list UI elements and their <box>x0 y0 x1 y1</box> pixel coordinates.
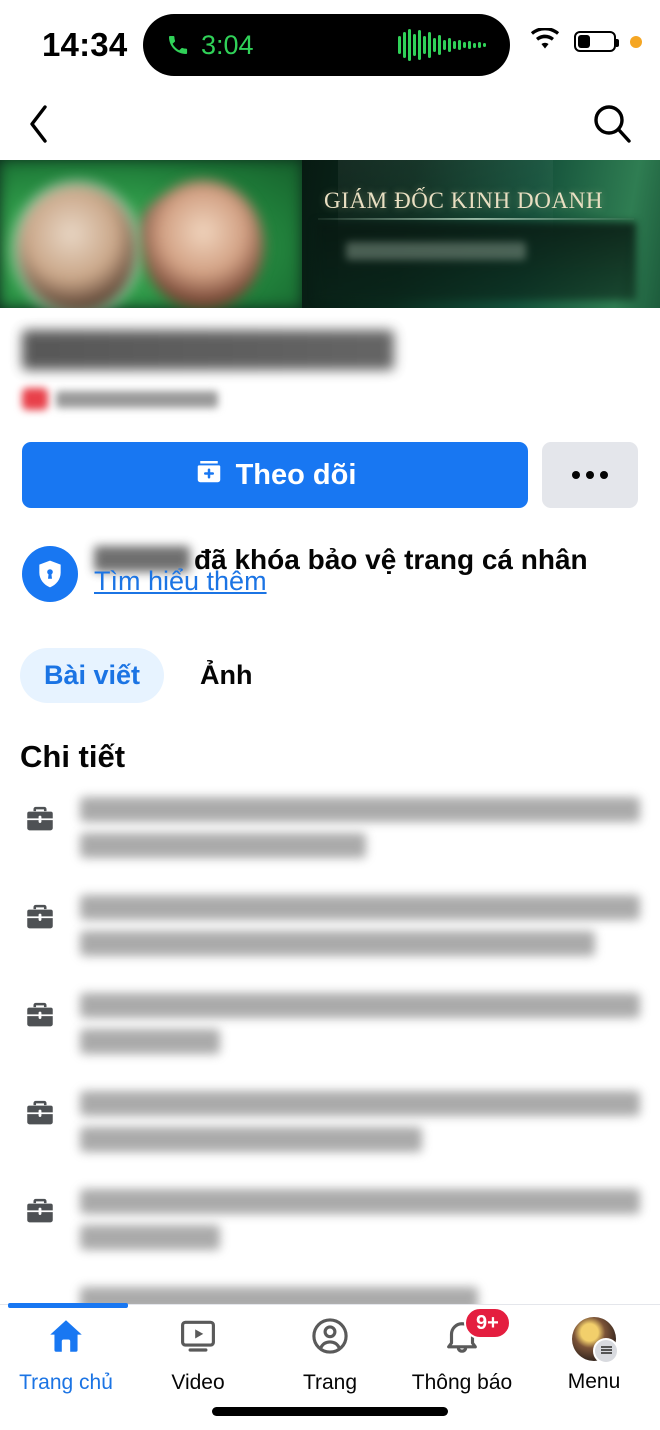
redacted-text-line <box>80 1127 422 1152</box>
details-row[interactable] <box>20 1189 640 1261</box>
details-row[interactable] <box>20 993 640 1065</box>
redacted-text-line <box>80 797 640 822</box>
briefcase-icon <box>20 897 60 937</box>
phone-screen: 14:34 3:04 GIÁM ĐỐC KINH DOANH Theo dõi … <box>0 0 660 1430</box>
more-options-icon <box>572 471 580 479</box>
nav-label-pages: Trang <box>302 1371 358 1394</box>
details-row-text-redacted <box>80 895 640 967</box>
redacted-text-line <box>80 931 596 956</box>
cover-blurred-content <box>316 222 636 300</box>
details-row-text-redacted <box>80 993 640 1065</box>
details-heading: Chi tiết <box>20 739 126 774</box>
dynamic-island-call-pill[interactable]: 3:04 <box>143 14 510 76</box>
locked-notice-text: đã khóa bảo vệ trang cá nhân Tìm hiểu th… <box>94 542 638 596</box>
back-chevron-icon[interactable] <box>26 102 52 151</box>
cover-divider-line <box>318 218 634 220</box>
details-section: Chi tiết <box>0 739 660 1329</box>
status-bar: 14:34 3:04 <box>0 0 660 92</box>
avatar-face-left <box>18 186 136 308</box>
bottom-nav-items: Trang chủ Video Trang 9+ Thông báo Menu <box>0 1305 660 1405</box>
avatar-face-right <box>142 180 264 308</box>
details-row[interactable] <box>20 797 640 869</box>
details-row[interactable] <box>20 1091 640 1163</box>
bottom-navigation-bar: Trang chủ Video Trang 9+ Thông báo Menu <box>0 1303 660 1430</box>
more-options-button[interactable] <box>542 442 638 508</box>
video-icon <box>177 1315 219 1362</box>
call-duration: 3:04 <box>201 29 254 60</box>
follow-button[interactable]: Theo dõi <box>22 442 528 508</box>
page-load-progress-bar <box>8 1303 128 1308</box>
nav-label-notifications: Thông báo <box>411 1371 513 1394</box>
cover-photo[interactable]: GIÁM ĐỐC KINH DOANH <box>0 160 660 308</box>
status-bar-indicators <box>530 27 642 55</box>
redacted-text-line <box>80 993 640 1018</box>
briefcase-icon <box>20 1093 60 1133</box>
profile-badge-redacted <box>22 388 48 410</box>
top-navigation-bar <box>0 92 660 160</box>
audio-waveform-icon <box>398 28 486 62</box>
battery-icon <box>574 31 619 52</box>
details-list <box>20 797 640 1329</box>
redacted-text-line <box>80 1189 640 1214</box>
redacted-text-line <box>80 1225 220 1250</box>
nav-label-menu: Menu <box>567 1369 621 1393</box>
learn-more-link[interactable]: Tìm hiểu thêm <box>94 566 267 597</box>
redacted-text-line <box>80 1029 220 1054</box>
briefcase-icon <box>20 995 60 1035</box>
nav-item-home[interactable]: Trang chủ <box>0 1315 132 1395</box>
profile-tabs: Bài viết Ảnh <box>0 648 660 703</box>
nav-label-video: Video <box>171 1371 225 1394</box>
nav-item-menu[interactable]: Menu <box>528 1316 660 1394</box>
details-row-text-redacted <box>80 797 640 869</box>
nav-item-notifications[interactable]: 9+ Thông báo <box>396 1307 528 1395</box>
redacted-text-line <box>80 833 366 858</box>
details-row-text-redacted <box>80 1189 640 1261</box>
home-icon <box>45 1315 87 1362</box>
cover-photo-right: GIÁM ĐỐC KINH DOANH <box>302 160 660 308</box>
profile-photo-blurred[interactable] <box>0 160 302 308</box>
nav-item-video[interactable]: Video <box>132 1315 264 1395</box>
details-row-text-redacted <box>80 1091 640 1163</box>
follow-plus-icon <box>194 456 224 494</box>
tab-photos[interactable]: Ảnh <box>176 648 276 703</box>
shield-lock-icon <box>22 546 78 602</box>
avatar-menu-icon <box>572 1316 619 1364</box>
profile-name-redacted <box>22 330 394 370</box>
details-row[interactable] <box>20 895 640 967</box>
profile-subtitle-redacted <box>56 390 218 408</box>
pages-person-icon <box>309 1315 351 1362</box>
redacted-text-line <box>80 895 640 920</box>
orange-privacy-dot-icon <box>630 35 642 48</box>
profile-action-buttons: Theo dõi <box>22 442 638 508</box>
profile-subtitle-row <box>22 388 638 410</box>
briefcase-icon <box>20 1191 60 1231</box>
cover-title-text: GIÁM ĐỐC KINH DOANH <box>324 188 604 213</box>
tab-posts[interactable]: Bài viết <box>20 648 165 703</box>
profile-header: Theo dõi <box>0 330 660 508</box>
notification-badge: 9+ <box>464 1307 511 1339</box>
briefcase-icon <box>20 799 60 839</box>
nav-item-pages[interactable]: Trang <box>264 1315 396 1395</box>
home-indicator <box>212 1407 448 1416</box>
redacted-text-line <box>80 1091 640 1116</box>
nav-label-home: Trang chủ <box>19 1371 113 1394</box>
locked-profile-notice: đã khóa bảo vệ trang cá nhân Tìm hiểu th… <box>0 542 660 602</box>
phone-icon <box>165 32 191 58</box>
search-icon[interactable] <box>590 102 634 151</box>
wifi-icon <box>530 27 560 55</box>
status-bar-time: 14:34 <box>42 26 128 63</box>
follow-button-label: Theo dõi <box>235 458 357 491</box>
